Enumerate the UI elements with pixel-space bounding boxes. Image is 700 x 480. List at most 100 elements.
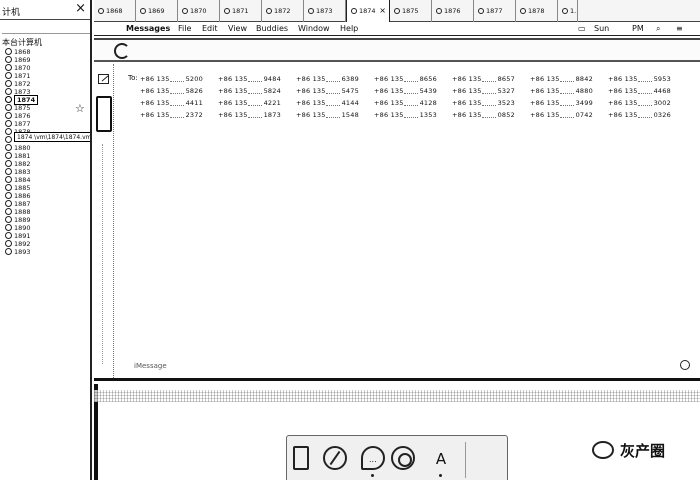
recipient-prefix: +86 135 (218, 87, 248, 95)
recipient-suffix: 5439 (419, 87, 437, 95)
machine-item[interactable]: 1884 (0, 176, 90, 184)
machine-item[interactable]: 1871 (0, 72, 90, 80)
vm-tab[interactable]: 1869 (136, 0, 178, 22)
spotlight-icon[interactable]: ⌕ (656, 22, 660, 36)
machine-item[interactable]: 1885 (0, 184, 90, 192)
vm-tab[interactable]: 1870 (178, 0, 220, 22)
machine-item[interactable]: 1870 (0, 64, 90, 72)
redacted-digits (560, 102, 574, 106)
menu-file[interactable]: File (178, 22, 191, 36)
recipient-suffix: 5824 (263, 87, 281, 95)
message-input[interactable]: iMessage (134, 362, 167, 370)
vm-tab[interactable]: 1876 (432, 0, 474, 22)
tab-label: 1876 (444, 7, 461, 15)
recipient-prefix: +86 135 (452, 99, 482, 107)
close-tab-icon[interactable]: × (379, 0, 386, 22)
redacted-digits (638, 102, 652, 106)
redacted-digits (482, 90, 496, 94)
menu-help[interactable]: Help (340, 22, 358, 36)
machine-item[interactable]: 1888 (0, 208, 90, 216)
vm-tab[interactable]: 1871 (220, 0, 262, 22)
machine-item[interactable]: 1891 (0, 232, 90, 240)
messages-icon[interactable]: ... (361, 446, 385, 470)
recipient-prefix: +86 135 (608, 99, 638, 107)
screen-icon[interactable]: ▭ (578, 22, 586, 36)
messages-dots: ... (369, 455, 377, 464)
machine-label: 1889 (14, 216, 31, 224)
machine-item[interactable]: 1887 (0, 200, 90, 208)
redacted-digits (326, 114, 340, 118)
finder-icon[interactable] (293, 446, 309, 470)
machine-item[interactable]: 1889 (0, 216, 90, 224)
vm-icon (5, 104, 12, 111)
recipient-prefix: +86 135 (218, 111, 248, 119)
library-search-field[interactable] (2, 22, 90, 34)
star-icon[interactable]: ☆ (75, 102, 85, 115)
machine-item[interactable]: 1883 (0, 168, 90, 176)
machine-item[interactable]: 1880 (0, 144, 90, 152)
recipient-suffix: 4468 (653, 87, 671, 95)
vm-tab[interactable]: 1872 (262, 0, 304, 22)
vm-tab[interactable]: 1878 (516, 0, 558, 22)
menu-edit[interactable]: Edit (202, 22, 218, 36)
recipient-prefix: +86 135 (530, 111, 560, 119)
machine-label: 1893 (14, 248, 31, 256)
facetime-icon[interactable] (391, 446, 415, 470)
screen: 计机 × 本台计算机 1868 1869 1870 1871 1872 1873 1874 1… (0, 0, 700, 480)
clock-day: Sun (594, 24, 610, 33)
redacted-digits (326, 90, 340, 94)
font-book-icon[interactable]: A (431, 446, 451, 472)
vm-tab[interactable]: 1874 × (346, 0, 390, 22)
menu-buddies[interactable]: Buddies (256, 22, 288, 36)
machine-item[interactable]: 1868 (0, 48, 90, 56)
recipient-suffix: 5953 (653, 75, 671, 83)
vm-icon (562, 8, 568, 14)
path-tooltip: 1874 \vm\1874\1874.vmx (14, 132, 90, 142)
compose-icon[interactable] (98, 74, 109, 84)
machine-item[interactable]: 1886 (0, 192, 90, 200)
safari-icon[interactable] (323, 446, 347, 470)
machine-item[interactable]: 1877 (0, 120, 90, 128)
machine-list: 1868 1869 1870 1871 1872 1873 1874 1875 1876 1877… (0, 48, 90, 256)
emoji-icon[interactable] (680, 360, 690, 370)
recipient-suffix: 1873 (263, 111, 281, 119)
tab-label: 1875 (402, 7, 419, 15)
vm-tab[interactable]: 1875 (390, 0, 432, 22)
conversation-item[interactable] (96, 96, 112, 132)
machine-label: 1887 (14, 200, 31, 208)
machine-item[interactable]: 1872 (0, 80, 90, 88)
recipient-suffix: 0852 (497, 111, 515, 119)
machine-item[interactable]: 1881 (0, 152, 90, 160)
machine-item[interactable]: 1882 (0, 160, 90, 168)
redacted-digits (170, 102, 184, 106)
close-icon[interactable]: × (75, 2, 86, 16)
vm-icon (5, 160, 12, 167)
recipient-prefix: +86 135 (218, 99, 248, 107)
machine-label: 1880 (14, 144, 31, 152)
machine-item[interactable]: 1892 (0, 240, 90, 248)
vm-tab[interactable]: 1877 (474, 0, 516, 22)
redacted-digits (248, 114, 262, 118)
vm-icon (266, 8, 272, 14)
machine-item[interactable]: 1869 (0, 56, 90, 64)
redacted-digits (404, 90, 418, 94)
machine-label: 1888 (14, 208, 31, 216)
recipient-prefix: +86 135 (296, 99, 326, 107)
recipient-prefix: +86 135 (530, 87, 560, 95)
redacted-digits (404, 102, 418, 106)
menu-window[interactable]: Window (298, 22, 330, 36)
menu-view[interactable]: View (228, 22, 247, 36)
machine-item[interactable]: 1890 (0, 224, 90, 232)
vm-tab[interactable]: 1... (558, 0, 578, 22)
recipients-row: +86 135 5826 +86 135 5824 +86 135 5475 +86 135… (140, 86, 688, 96)
tab-label: 1873 (316, 7, 333, 15)
vm-tab[interactable]: 1868 (94, 0, 136, 22)
machine-item[interactable]: 1893 (0, 248, 90, 256)
menu-messages[interactable]: Messages (126, 22, 170, 36)
notification-icon[interactable]: ≡ (676, 22, 683, 36)
redacted-digits (560, 90, 574, 94)
vm-tab[interactable]: 1873 (304, 0, 346, 22)
recipient-suffix: 6389 (341, 75, 359, 83)
machine-label: 1890 (14, 224, 31, 232)
recipient-suffix: 4144 (341, 99, 359, 107)
